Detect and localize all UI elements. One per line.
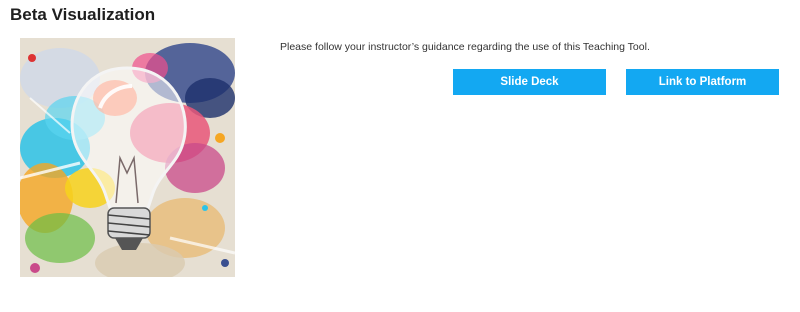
link-to-platform-button[interactable]: Link to Platform: [626, 69, 779, 95]
page-title: Beta Visualization: [10, 5, 156, 24]
lightbulb-paint-splash-image: [20, 38, 235, 277]
slide-deck-button[interactable]: Slide Deck: [453, 69, 606, 95]
usage-notice: Please follow your instructor’s guidance…: [280, 41, 650, 53]
